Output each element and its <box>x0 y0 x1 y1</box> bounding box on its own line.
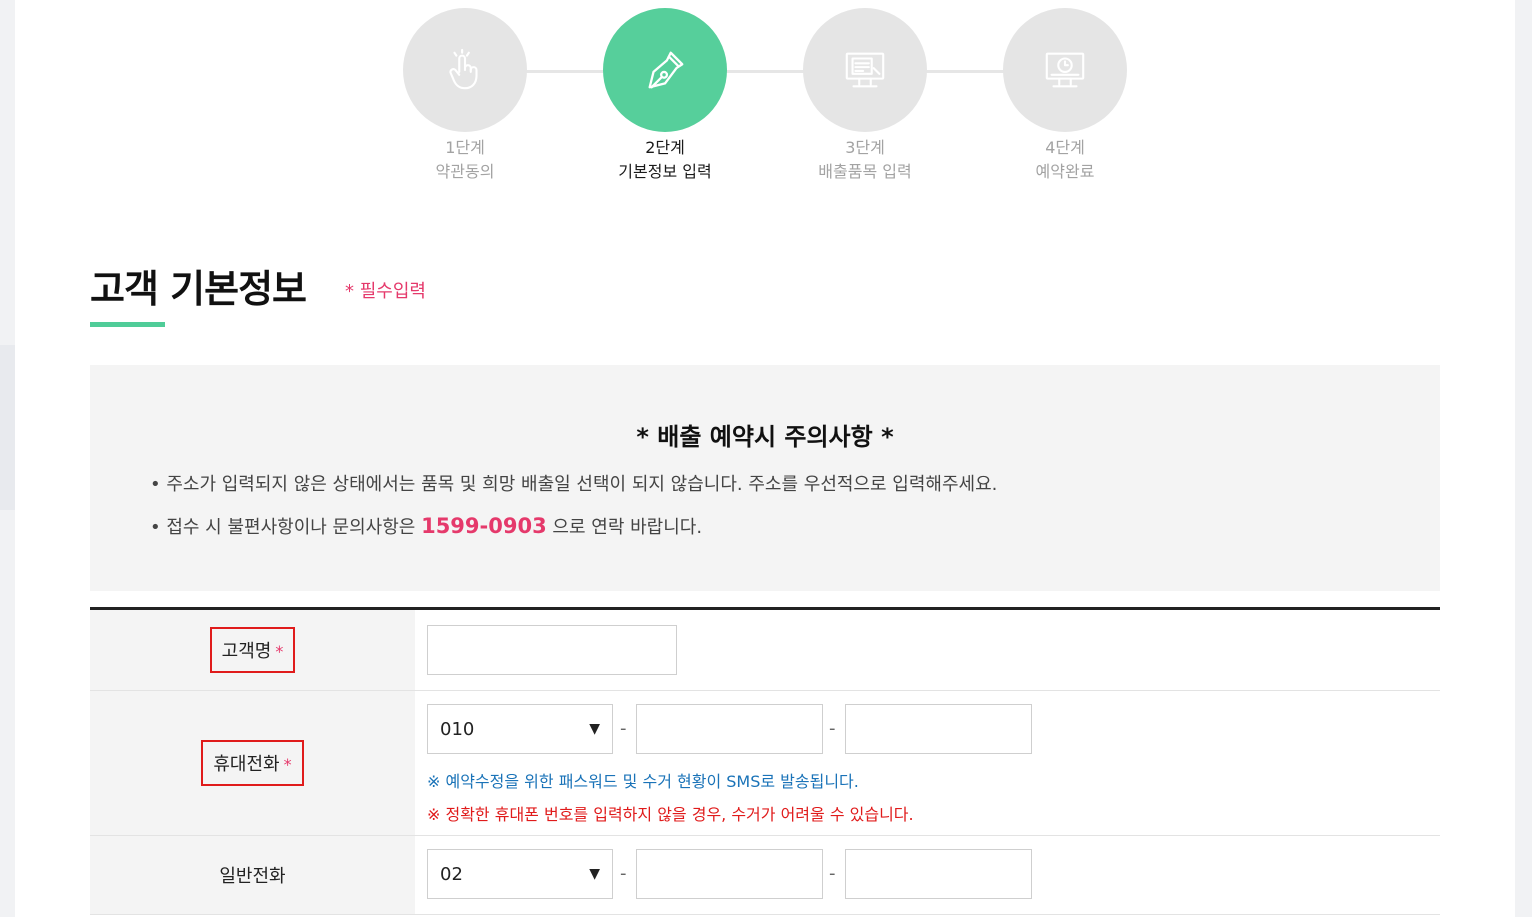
dash-separator: - <box>829 718 836 739</box>
step-progress: 1단계 약관동의 2단계 기본정보 입력 3단계 배출품목 입력 4단계 예약완… <box>15 0 1515 200</box>
notice-line-contact: • 접수 시 불편사항이나 문의사항은 1599-0903 으로 연락 바랍니다… <box>150 513 702 539</box>
step-1-name: 약관동의 <box>435 162 495 181</box>
step-3-number: 3단계 <box>845 138 885 157</box>
reservation-page: 1단계 약관동의 2단계 기본정보 입력 3단계 배출품목 입력 4단계 예약완… <box>15 0 1515 917</box>
step-2-name: 기본정보 입력 <box>618 162 712 181</box>
form-row-name: 고객명 * <box>90 610 1440 691</box>
notice-title: * 배출 예약시 주의사항 * <box>636 423 894 451</box>
step-3: 3단계 배출품목 입력 <box>795 8 935 184</box>
step-connector <box>925 70 1005 73</box>
step-1-number: 1단계 <box>445 138 485 157</box>
step-3-circle <box>803 8 927 132</box>
name-label-text: 고객명 <box>221 641 272 662</box>
step-4-circle <box>1003 8 1127 132</box>
hand-pointer-icon <box>449 48 478 90</box>
step-3-name: 배출품목 입력 <box>818 162 912 181</box>
section-title: 고객 기본정보 <box>90 267 307 311</box>
left-side-tab <box>0 345 15 510</box>
mobile-warning-hint: ※ 정확한 휴대폰 번호를 입력하지 않을 경우, 수거가 어려울 수 있습니다… <box>427 805 914 824</box>
step-2: 2단계 기본정보 입력 <box>595 8 735 184</box>
dropdown-caret-icon: ▼ <box>589 721 600 737</box>
notice-box: * 배출 예약시 주의사항 * • 주소가 입력되지 않은 상태에서는 품목 및… <box>90 365 1440 591</box>
dash-separator: - <box>829 863 836 884</box>
form-row-phone: 일반전화 02 ▼ - - <box>90 836 1440 915</box>
form-field-cell: 010 ▼ - - ※ 예약수정을 위한 패스워드 및 수거 현황이 SMS로 … <box>415 691 1440 835</box>
phone-prefix-value: 02 <box>440 863 463 885</box>
mobile-label: 휴대전화 * <box>201 740 304 786</box>
step-2-number: 2단계 <box>645 138 685 157</box>
required-input-note: * 필수입력 <box>345 281 426 302</box>
dash-separator: - <box>620 863 627 884</box>
monitor-form-icon <box>845 52 885 88</box>
mobile-prefix-value: 010 <box>440 718 475 740</box>
step-2-circle <box>603 8 727 132</box>
phone-last-input[interactable] <box>845 849 1032 899</box>
required-star: * <box>283 755 292 774</box>
mobile-last-input[interactable] <box>845 704 1032 754</box>
form-label-cell: 고객명 * <box>90 610 415 690</box>
step-4: 4단계 예약완료 <box>995 8 1135 184</box>
mobile-label-text: 휴대전화 <box>213 754 280 775</box>
pen-nib-icon <box>648 51 684 89</box>
step-4-number: 4단계 <box>1045 138 1085 157</box>
notice-contact-prefix: • 접수 시 불편사항이나 문의사항은 <box>150 517 422 538</box>
phone-prefix-select[interactable]: 02 ▼ <box>427 849 613 899</box>
dropdown-caret-icon: ▼ <box>589 866 600 882</box>
step-connector <box>525 70 605 73</box>
mobile-prefix-select[interactable]: 010 ▼ <box>427 704 613 754</box>
step-1: 1단계 약관동의 <box>395 8 535 184</box>
monitor-clock-icon <box>1045 52 1085 88</box>
required-star: * <box>275 642 284 661</box>
name-label: 고객명 * <box>209 627 296 673</box>
customer-name-input[interactable] <box>427 625 677 675</box>
form-label-cell: 일반전화 <box>90 836 415 914</box>
notice-line-address: • 주소가 입력되지 않은 상태에서는 품목 및 희망 배출일 선택이 되지 않… <box>150 474 998 495</box>
mobile-sms-hint: ※ 예약수정을 위한 패스워드 및 수거 현황이 SMS로 발송됩니다. <box>427 772 859 791</box>
phone-label: 일반전화 <box>219 866 286 887</box>
customer-info-form: 고객명 * 휴대전화 * 010 ▼ - - ※ 예약수정을 위한 패스워드 및 수… <box>90 607 1440 915</box>
mobile-middle-input[interactable] <box>636 704 823 754</box>
phone-middle-input[interactable] <box>636 849 823 899</box>
step-connector <box>725 70 805 73</box>
form-field-cell <box>415 610 1440 690</box>
step-4-name: 예약완료 <box>1035 162 1095 181</box>
form-label-cell: 휴대전화 * <box>90 691 415 835</box>
form-row-mobile: 휴대전화 * 010 ▼ - - ※ 예약수정을 위한 패스워드 및 수거 현황이… <box>90 691 1440 836</box>
title-underline <box>90 322 165 327</box>
step-1-circle <box>403 8 527 132</box>
dash-separator: - <box>620 718 627 739</box>
notice-contact-suffix: 으로 연락 바랍니다. <box>546 517 703 538</box>
form-field-cell: 02 ▼ - - <box>415 836 1440 914</box>
notice-phone-number: 1599-0903 <box>421 514 547 538</box>
